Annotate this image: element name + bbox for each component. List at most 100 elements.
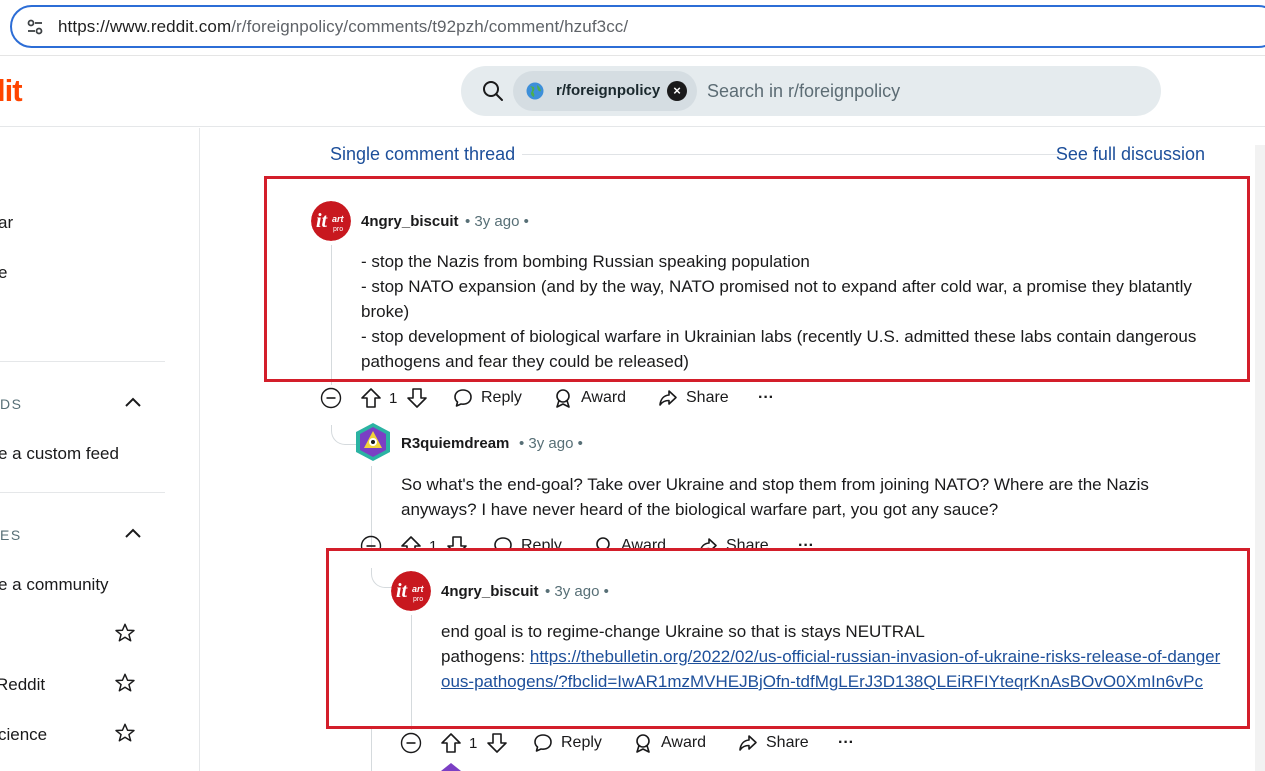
comment-body: So what's the end-goal? Take over Ukrain…	[401, 475, 1149, 519]
reply-button[interactable]: Reply	[533, 728, 602, 758]
avatar[interactable]	[353, 422, 393, 462]
share-label: Share	[766, 734, 809, 751]
comment-author[interactable]: 4ngry_biscuit	[441, 583, 539, 600]
award-icon	[636, 734, 650, 753]
link-prefix: pathogens:	[441, 647, 530, 666]
comment-line: end goal is to regime-change Ukraine so …	[441, 622, 925, 641]
svg-text:it: it	[316, 210, 329, 232]
star-icon[interactable]	[114, 722, 136, 744]
sidebar-create-custom-feed[interactable]: e a custom feed	[0, 444, 119, 464]
see-full-discussion-link[interactable]: See full discussion	[1056, 144, 1205, 165]
sidebar-section-feeds-header[interactable]: DS	[0, 396, 22, 412]
comment-line: pathogens: https://thebulletin.org/2022/…	[441, 644, 1221, 694]
url-text[interactable]: https://www.reddit.com/r/foreignpolicy/c…	[58, 17, 628, 37]
downvote-icon	[487, 733, 507, 753]
comment-body: - stop the Nazis from bombing Russian sp…	[361, 249, 1231, 374]
collapse-button[interactable]	[400, 728, 422, 758]
scrollbar[interactable]	[1255, 145, 1265, 771]
comment-meta: • 3y ago •	[465, 213, 529, 230]
sidebar-section-communities-header[interactable]: ES	[0, 527, 22, 543]
comment-line: - stop the Nazis from bombing Russian sp…	[361, 252, 810, 271]
external-link[interactable]: https://thebulletin.org/2022/02/us-offic…	[441, 647, 1220, 691]
comment-meta: • 3y ago •	[545, 583, 609, 600]
reply-icon	[454, 389, 472, 407]
collapse-button[interactable]	[320, 383, 342, 413]
share-icon	[739, 735, 757, 751]
globe-icon	[526, 82, 544, 100]
reply-icon	[534, 734, 552, 752]
chevron-up-icon[interactable]	[124, 396, 142, 408]
comment-line: - stop development of biological warfare…	[361, 327, 1197, 371]
svg-text:pro: pro	[333, 226, 343, 233]
vote-count: 1	[469, 734, 478, 752]
avatar[interactable]: it art pro	[391, 571, 431, 611]
sidebar-community-1[interactable]: Reddit	[0, 675, 45, 695]
reddit-logo[interactable]: lit	[0, 73, 23, 109]
left-sidebar: ar e DS e a custom feed ES e a community…	[0, 128, 200, 771]
avatar[interactable]: it art pro	[311, 201, 351, 241]
chip-label: r/foreignpolicy	[556, 82, 661, 99]
award-button[interactable]: Award	[633, 728, 706, 758]
award-button[interactable]: Award	[553, 383, 626, 413]
chip-close-icon[interactable]: ×	[667, 81, 687, 101]
reply-button[interactable]: Reply	[453, 383, 522, 413]
search-placeholder: Search in r/foreignpolicy	[707, 81, 901, 101]
upvote-button[interactable]	[360, 383, 382, 413]
more-options-button[interactable]: ···	[758, 383, 774, 413]
comment-author[interactable]: 4ngry_biscuit	[361, 213, 459, 230]
search-icon	[483, 81, 503, 101]
site-settings-icon[interactable]	[26, 18, 44, 36]
browser-toolbar: https://www.reddit.com/r/foreignpolicy/c…	[0, 0, 1265, 56]
sidebar-divider	[0, 492, 165, 493]
comment-actions: 1 Reply Award Share ···	[320, 383, 790, 413]
url-path: /r/foreignpolicy/comments/t92pzh/comment…	[231, 17, 629, 36]
downvote-icon	[407, 388, 427, 408]
collapse-icon	[320, 387, 342, 409]
chevron-up-icon[interactable]	[124, 527, 142, 539]
svg-text:it: it	[396, 580, 409, 602]
thread-divider	[522, 154, 1060, 155]
comment-author[interactable]: R3quiemdream	[401, 435, 509, 452]
star-icon[interactable]	[114, 672, 136, 694]
site-header: lit r/foreignpolicy × Search in r/foreig…	[0, 57, 1265, 127]
sidebar-community-2[interactable]: cience	[0, 725, 47, 745]
svg-text:art: art	[412, 584, 425, 594]
share-icon	[659, 390, 677, 406]
upvote-icon	[441, 733, 461, 753]
url-host: https://www.reddit.com	[58, 17, 232, 36]
star-icon[interactable]	[114, 622, 136, 644]
sidebar-item-2[interactable]: e	[0, 263, 7, 283]
collapse-icon	[400, 732, 422, 754]
award-icon	[556, 389, 570, 408]
share-button[interactable]: Share	[738, 728, 809, 758]
reply-label: Reply	[481, 389, 522, 406]
next-avatar-icon	[441, 763, 461, 771]
sidebar-create-community[interactable]: e a community	[0, 575, 109, 595]
comment-actions: 1 Reply Award Share ···	[400, 728, 870, 758]
single-comment-thread-link[interactable]: Single comment thread	[330, 144, 515, 165]
more-options-button[interactable]: ···	[838, 728, 854, 758]
vote-count: 1	[389, 389, 398, 407]
search-bar[interactable]: r/foreignpolicy × Search in r/foreignpol…	[461, 66, 1161, 116]
award-label: Award	[581, 389, 627, 406]
award-label: Award	[661, 734, 707, 751]
thread-nav: Single comment thread See full discussio…	[330, 140, 1210, 168]
share-button[interactable]: Share	[658, 383, 729, 413]
svg-text:pro: pro	[413, 596, 423, 603]
address-bar[interactable]: https://www.reddit.com/r/foreignpolicy/c…	[10, 5, 1265, 48]
upvote-button[interactable]	[440, 728, 462, 758]
share-label: Share	[686, 389, 729, 406]
upvote-icon	[361, 388, 381, 408]
comment-meta: • 3y ago •	[519, 435, 583, 452]
reply-label: Reply	[561, 734, 602, 751]
comment-body: end goal is to regime-change Ukraine so …	[441, 619, 1221, 694]
subreddit-search-chip[interactable]: r/foreignpolicy ×	[513, 71, 697, 111]
sidebar-item-1[interactable]: ar	[0, 213, 13, 233]
thread-line[interactable]	[411, 615, 412, 730]
sidebar-divider	[0, 361, 165, 362]
comment-line: - stop NATO expansion (and by the way, N…	[361, 277, 1192, 321]
thread-line[interactable]	[331, 245, 332, 385]
svg-text:art: art	[332, 214, 345, 224]
downvote-button[interactable]	[406, 383, 428, 413]
downvote-button[interactable]	[486, 728, 508, 758]
